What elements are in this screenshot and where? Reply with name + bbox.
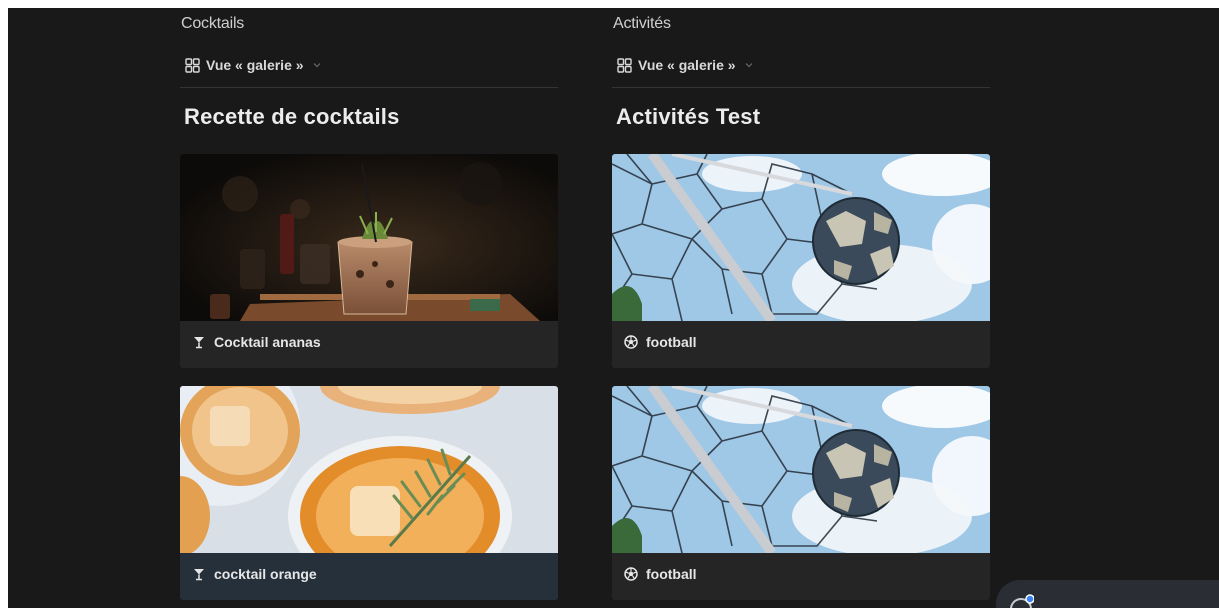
cocktail-glass-icon — [194, 337, 204, 349]
gallery-heading: Recette de cocktails — [184, 104, 400, 129]
card-caption: Cocktail ananas — [192, 334, 321, 350]
view-label: Vue « galerie » — [638, 57, 736, 73]
view-selector[interactable]: Vue « galerie » — [185, 57, 322, 73]
card-cover-image — [180, 386, 558, 553]
card-title: Cocktail ananas — [214, 334, 321, 350]
view-selector[interactable]: Vue « galerie » — [617, 57, 754, 73]
gallery-heading: Activités Test — [616, 104, 761, 129]
gallery-grid-icon — [185, 57, 200, 73]
cocktail-glass-icon — [194, 569, 204, 581]
divider — [612, 87, 990, 88]
chevron-down-icon — [745, 63, 752, 68]
card-cover-image — [612, 386, 990, 553]
gallery-card[interactable]: Cocktail ananas — [180, 154, 558, 368]
soccer-ball-icon — [624, 335, 638, 349]
card-title: cocktail orange — [214, 566, 317, 582]
card-title: football — [646, 566, 697, 582]
card-caption: football — [624, 334, 697, 350]
card-cover-image — [612, 154, 990, 321]
app-window: Cocktails Vue « galerie » Recette de coc… — [8, 8, 1219, 608]
floating-assistant-widget[interactable] — [996, 580, 1219, 608]
card-title: football — [646, 334, 697, 350]
assistant-icon — [1010, 594, 1034, 608]
gallery-grid-icon — [617, 57, 632, 73]
soccer-ball-icon — [624, 567, 638, 581]
divider — [180, 87, 558, 88]
gallery-card[interactable]: football — [612, 386, 990, 600]
card-cover-image — [180, 154, 558, 321]
database-title[interactable]: Activités — [613, 15, 671, 33]
gallery-card[interactable]: football — [612, 154, 990, 368]
chevron-down-icon — [313, 63, 320, 68]
database-title[interactable]: Cocktails — [181, 15, 244, 33]
gallery-card[interactable]: cocktail orange — [180, 386, 558, 600]
card-caption: football — [624, 566, 697, 582]
card-caption: cocktail orange — [192, 566, 317, 582]
view-label: Vue « galerie » — [206, 57, 304, 73]
